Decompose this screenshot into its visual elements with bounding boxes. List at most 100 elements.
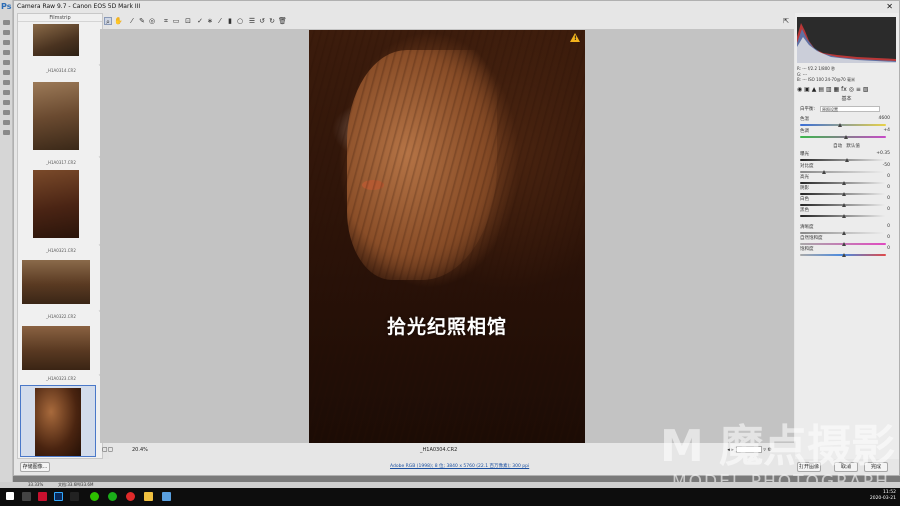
filmstrip-item-selected[interactable] [20,385,96,457]
target-adjust-icon[interactable]: ◎ [148,17,156,25]
temperature-slider[interactable] [800,123,886,127]
brush-tool-icon[interactable] [3,70,10,75]
highlights-slider[interactable] [800,181,886,185]
view-mode-icon[interactable]: ▢▢ [102,447,113,453]
folder-icon[interactable] [144,492,153,501]
exposure-slider[interactable] [800,158,886,162]
tab-snapshots[interactable]: ▧ [863,86,869,93]
fullscreen-icon[interactable]: ⇱ [783,17,789,25]
straighten-icon[interactable]: ▭ [172,17,180,25]
browser-icon[interactable] [126,492,135,501]
graduated-filter-icon[interactable]: ▮ [226,17,234,25]
highlights-value[interactable]: 0 [887,174,890,179]
zoom-tool-icon[interactable]: ⌕ [104,17,112,26]
shadows-slider[interactable] [800,192,886,196]
blacks-slider[interactable] [800,214,886,218]
window-title: Camera Raw 9.7 - Canon EOS 5D Mark III [17,3,141,10]
tab-split-toning[interactable]: ▥ [826,86,832,93]
adjustment-brush-icon[interactable]: ⁄ [216,17,224,25]
color-sampler-icon[interactable]: ✎ [138,17,146,25]
taskbar-clock[interactable]: 11:52 2020-03-21 [870,490,896,502]
tab-hsl[interactable]: ▤ [818,86,824,93]
warning-icon[interactable]: ! [570,33,580,42]
panel-tabs: ◉ ▣ ▲ ▤ ▥ ▦ fx ◎ ≡ ▧ [797,86,896,94]
preferences-icon[interactable]: ☰ [248,17,256,25]
white-balance-select[interactable]: 原照设置 [820,106,880,112]
cancel-button[interactable]: 取消 [834,462,858,472]
whites-value[interactable]: 0 [887,196,890,201]
shadows-value[interactable]: 0 [887,185,890,190]
tab-basic[interactable]: ◉ [797,86,802,93]
filmstrip-item[interactable]: _H1A0322.CR2 ☆ [18,260,102,326]
app-icon[interactable] [108,492,117,501]
tab-effects[interactable]: fx [841,86,847,93]
app-icon[interactable] [70,492,79,501]
white-balance-icon[interactable]: ⁄ [128,17,136,25]
rotate-right-icon[interactable]: ↻ [268,17,276,25]
red-eye-icon[interactable]: ∗ [206,17,214,25]
shadows-label: 阴影 [800,186,809,191]
zoom-level[interactable]: 20.4% [132,444,148,456]
blacks-row: 黑色 0 [800,207,894,213]
hand-tool-icon[interactable] [3,120,10,125]
spot-removal-icon[interactable]: ✓ [196,17,204,25]
lasso-tool-icon[interactable] [3,40,10,45]
zoom-tool-icon[interactable] [3,130,10,135]
vibrance-value[interactable]: 0 [887,235,890,240]
saturation-slider[interactable] [800,253,886,257]
workflow-options-link[interactable]: Adobe RGB (1998); 8 位; 3840 x 5760 (22.1… [390,463,529,469]
tint-slider[interactable] [800,135,886,139]
file-explorer-icon[interactable] [22,492,31,501]
default-button[interactable]: 默认值 [846,144,860,149]
filmstrip-item[interactable]: _H1A0317.CR2 ☆ [18,82,102,170]
open-image-button[interactable]: 打开图像 [797,462,821,472]
tab-detail[interactable]: ▲ [812,86,817,93]
app-icon[interactable] [38,492,47,501]
exposure-value[interactable]: +0.35 [876,151,890,156]
eyedropper-tool-icon[interactable] [3,60,10,65]
crop-icon[interactable]: ⌗ [162,17,170,25]
image-preview[interactable]: 拾光纪照相馆 ! [100,29,794,443]
tab-tone-curve[interactable]: ▣ [804,86,810,93]
thumbnail-caption: _H1A0323.CR2 [46,376,76,381]
page-field[interactable] [735,446,762,453]
camera-raw-dialog: Camera Raw 9.7 - Canon EOS 5D Mark III ✕… [13,0,900,476]
whites-slider[interactable] [800,203,886,207]
tab-lens[interactable]: ▦ [834,86,840,93]
transform-icon[interactable]: ⊡ [184,17,192,25]
vibrance-slider[interactable] [800,242,886,246]
contrast-value[interactable]: -50 [883,163,890,168]
eraser-tool-icon[interactable] [3,90,10,95]
hand-tool-icon[interactable]: ✋ [114,17,123,25]
tab-presets[interactable]: ≡ [856,86,861,93]
navigation-controls[interactable]: ◂ ▸ ▿ ⚙ [727,446,772,454]
app-icon[interactable] [162,492,171,501]
crop-tool-icon[interactable] [3,50,10,55]
saturation-value[interactable]: 0 [887,246,890,251]
filmstrip-item[interactable]: _H1A0321.CR2 ☆ [18,170,102,260]
temperature-value[interactable]: 4600 [879,116,890,121]
stamp-tool-icon[interactable] [3,80,10,85]
clarity-value[interactable]: 0 [887,224,890,229]
blacks-value[interactable]: 0 [887,207,890,212]
marquee-tool-icon[interactable] [3,30,10,35]
close-icon[interactable]: ✕ [886,1,893,13]
photoshop-taskbar-icon[interactable] [54,492,63,501]
contrast-slider[interactable] [800,170,886,174]
move-tool-icon[interactable] [3,20,10,25]
type-tool-icon[interactable] [3,110,10,115]
radial-filter-icon[interactable]: ○ [236,17,244,25]
wechat-icon[interactable] [90,492,99,501]
rotate-left-icon[interactable]: ↺ [258,17,266,25]
filmstrip-item[interactable]: _H1A0314.CR2 ☆ [18,22,102,82]
windows-start-icon[interactable] [6,492,14,500]
done-button[interactable]: 完成 [864,462,888,472]
tab-camera-calibration[interactable]: ◎ [849,86,854,93]
tint-value[interactable]: +4 [883,128,890,133]
pen-tool-icon[interactable] [3,100,10,105]
auto-button[interactable]: 自动 [833,144,842,149]
trash-icon[interactable]: 🗑 [278,17,287,25]
filmstrip-item[interactable]: _H1A0323.CR2 ☆ [18,326,102,384]
save-image-button[interactable]: 存储图像... [20,462,50,472]
clarity-slider[interactable] [800,231,886,235]
